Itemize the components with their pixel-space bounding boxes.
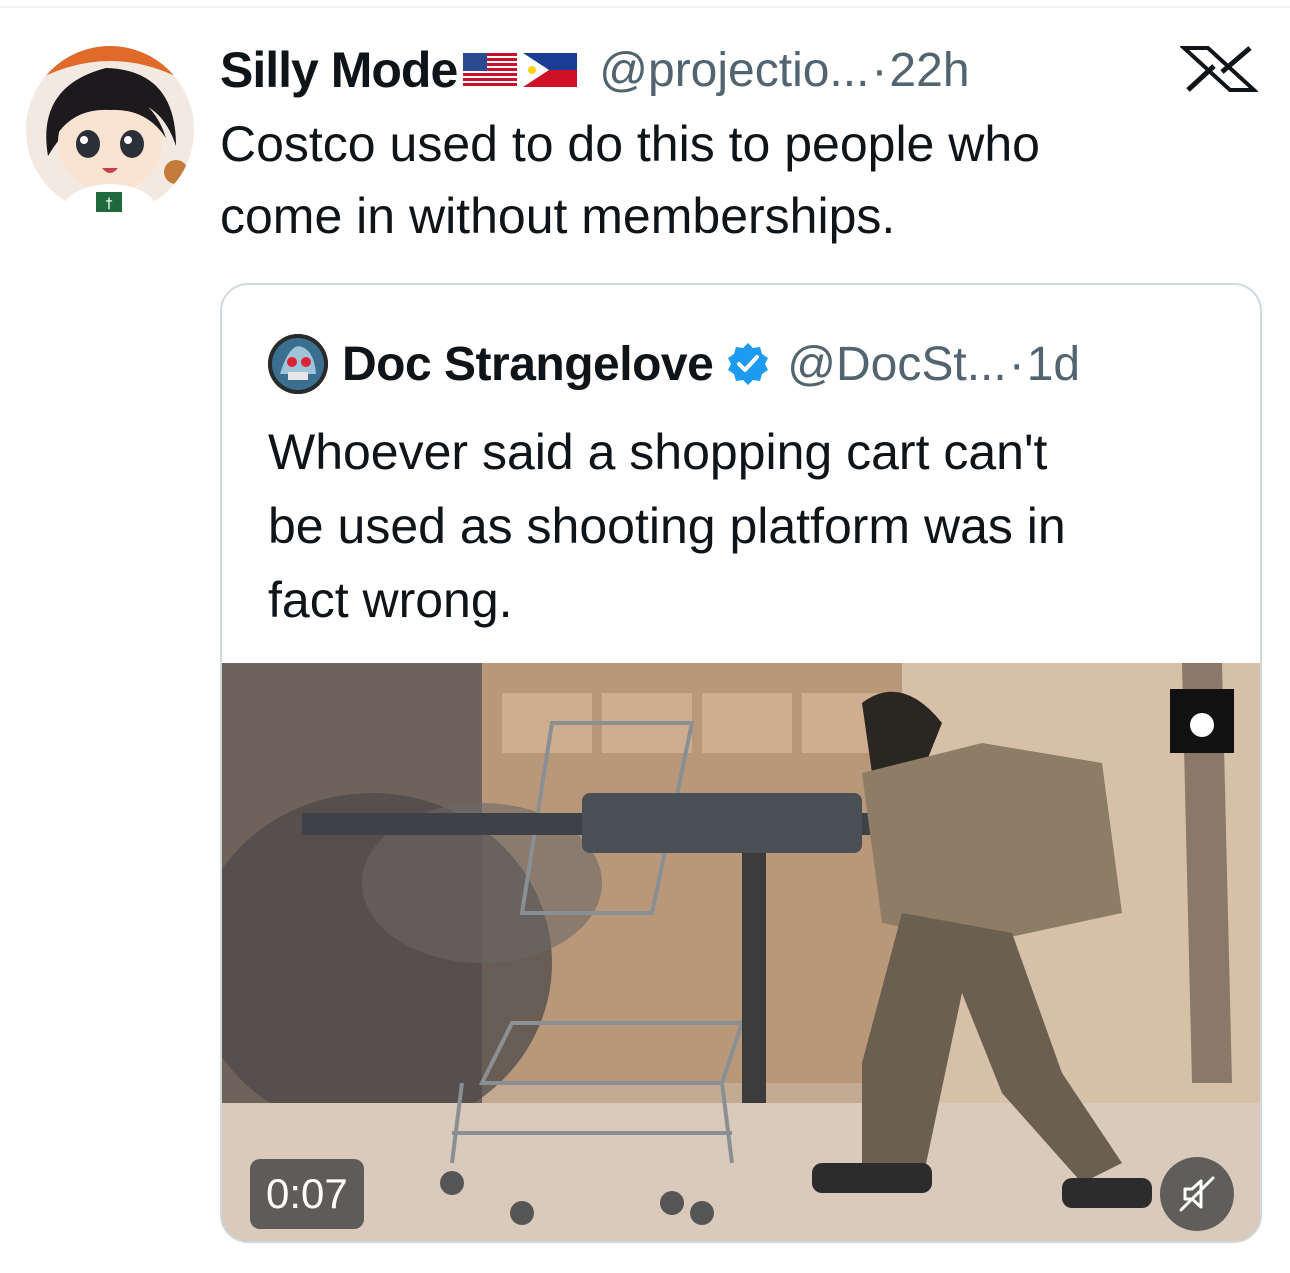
- separator-dot: ·: [871, 43, 888, 97]
- video-player[interactable]: 0:07: [222, 663, 1260, 1241]
- author-handle[interactable]: @projectio...: [599, 43, 869, 98]
- quoted-author-handle[interactable]: @DocSt...: [787, 337, 1006, 392]
- top-divider: [0, 6, 1290, 8]
- philippines-flag-icon: [523, 53, 578, 87]
- tweet-timestamp[interactable]: 22h: [889, 43, 969, 98]
- verified-badge-icon: [728, 343, 769, 385]
- quoted-tweet-header: Doc Strangelove @DocSt... · 1d: [268, 329, 1080, 399]
- x-logo-icon[interactable]: [1180, 46, 1258, 92]
- quoted-tweet-card[interactable]: Doc Strangelove @DocSt... · 1d Whoever s…: [220, 283, 1262, 1243]
- quoted-tweet-timestamp[interactable]: 1d: [1027, 337, 1080, 392]
- tweet-header: Silly Mode @projectio... · 22h: [220, 38, 1250, 102]
- tweet-text: Costco used to do this to people who com…: [220, 116, 1040, 244]
- author-display-name[interactable]: Silly Mode: [220, 41, 458, 99]
- quoted-author-display-name[interactable]: Doc Strangelove: [342, 337, 714, 392]
- flag-emojis: [463, 53, 578, 87]
- quoted-separator-dot: ·: [1008, 337, 1025, 391]
- video-frame: [222, 663, 1260, 1241]
- quoted-tweet-text: Whoever said a shopping cart can't be us…: [268, 424, 1066, 628]
- author-avatar[interactable]: †: [26, 46, 194, 214]
- video-duration-badge: 0:07: [250, 1159, 364, 1229]
- svg-text:†: †: [106, 196, 113, 212]
- us-flag-icon: [463, 53, 518, 87]
- muted-speaker-icon: [1179, 1176, 1215, 1212]
- mute-button[interactable]: [1160, 1157, 1234, 1231]
- quoted-author-avatar[interactable]: [268, 334, 328, 394]
